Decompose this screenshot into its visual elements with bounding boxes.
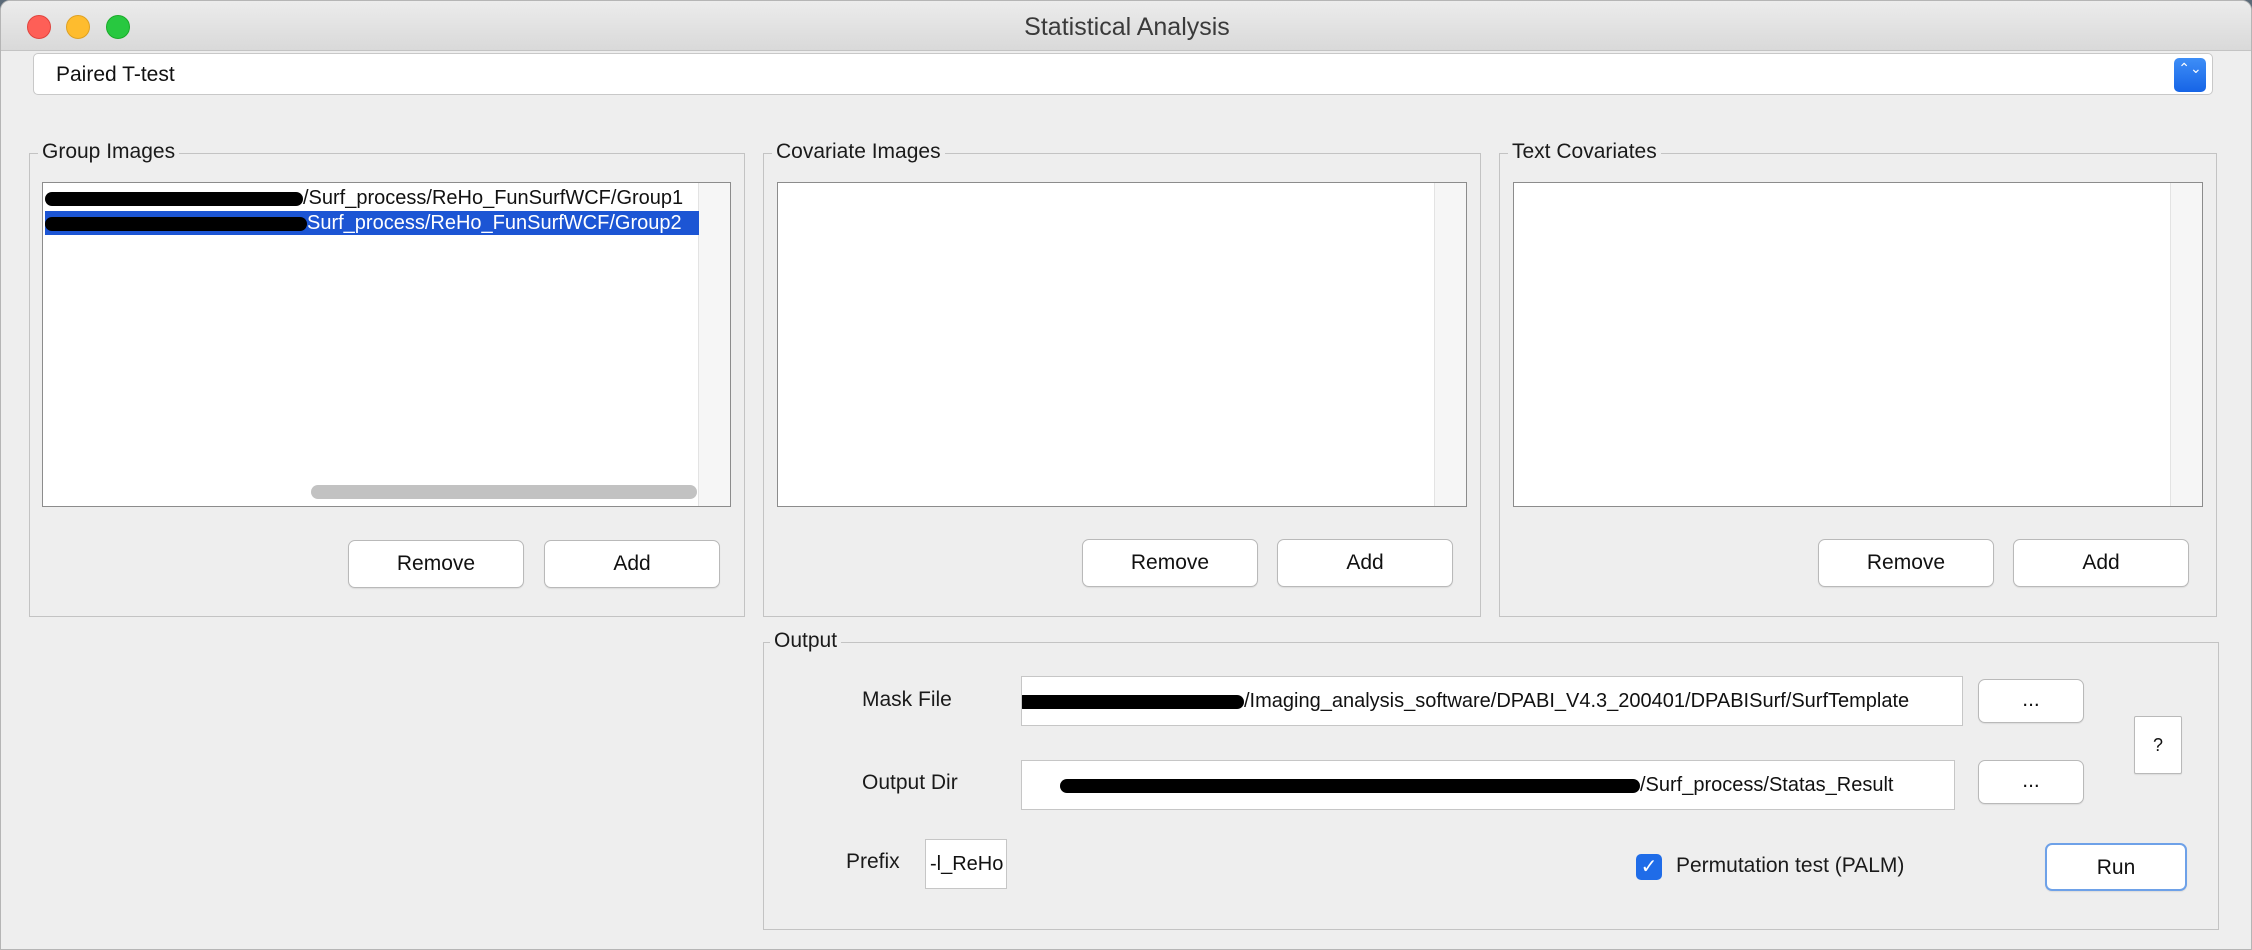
prefix-field[interactable]: -l_ReHo — [925, 839, 1007, 889]
list-item-selected[interactable]: Surf_process/ReHo_FunSurfWCF/Group2 — [45, 211, 699, 235]
covariate-images-panel: Covariate Images Remove Add — [763, 140, 1481, 617]
group-remove-button[interactable]: Remove — [348, 540, 524, 588]
title-bar: Statistical Analysis — [1, 1, 2251, 51]
redacted-path — [1022, 694, 1244, 709]
checkmark-icon: ✓ — [1640, 856, 1658, 878]
mask-file-browse-button[interactable]: ... — [1978, 679, 2084, 723]
output-panel: Output Mask File /Imaging_analysis_softw… — [763, 629, 2219, 930]
mask-file-value: /Imaging_analysis_software/DPABI_V4.3_20… — [1244, 690, 1910, 712]
covariate-remove-button[interactable]: Remove — [1082, 539, 1258, 587]
group-images-panel: Group Images /Surf_process/ReHo_FunSurfW… — [29, 140, 745, 617]
list-item[interactable]: /Surf_process/ReHo_FunSurfWCF/Group1 — [45, 186, 695, 210]
covariate-images-vscroll[interactable] — [1434, 183, 1466, 506]
redacted-path — [45, 216, 307, 231]
permutation-checkbox[interactable]: ✓ — [1636, 854, 1662, 880]
list-item-path: /Surf_process/ReHo_FunSurfWCF/Group1 — [303, 187, 684, 209]
output-dir-value: /Surf_process/Statas_Result — [1640, 774, 1894, 796]
covariate-images-legend: Covariate Images — [772, 140, 945, 164]
text-covariates-vscroll[interactable] — [2170, 183, 2202, 506]
group-images-list[interactable]: /Surf_process/ReHo_FunSurfWCF/Group1 Sur… — [42, 182, 731, 507]
text-covariates-legend: Text Covariates — [1508, 140, 1661, 164]
test-type-dropdown[interactable]: Paired T-test ⌃⌄ — [33, 53, 2213, 95]
output-legend: Output — [770, 629, 842, 653]
mask-file-label: Mask File — [862, 688, 952, 711]
window-title: Statistical Analysis — [1024, 13, 1230, 41]
covariate-add-button[interactable]: Add — [1277, 539, 1453, 587]
text-covariates-panel: Text Covariates Remove Add — [1499, 140, 2217, 617]
mask-file-field[interactable]: /Imaging_analysis_software/DPABI_V4.3_20… — [1021, 676, 1963, 726]
group-images-hscroll-thumb[interactable] — [311, 485, 697, 499]
test-type-selected: Paired T-test — [56, 63, 175, 86]
output-dir-label: Output Dir — [862, 771, 958, 794]
list-item-path: Surf_process/ReHo_FunSurfWCF/Group2 — [307, 212, 682, 234]
redacted-path — [45, 191, 303, 206]
prefix-label: Prefix — [846, 850, 900, 873]
help-button[interactable]: ? — [2134, 716, 2182, 774]
text-covariate-add-button[interactable]: Add — [2013, 539, 2189, 587]
output-dir-browse-button[interactable]: ... — [1978, 760, 2084, 804]
covariate-images-list[interactable] — [777, 182, 1467, 507]
redacted-path — [1060, 778, 1640, 793]
group-images-legend: Group Images — [38, 140, 180, 164]
output-dir-field[interactable]: /Surf_process/Statas_Result — [1021, 760, 1955, 810]
text-covariate-remove-button[interactable]: Remove — [1818, 539, 1994, 587]
dropdown-arrows-icon[interactable]: ⌃⌄ — [2174, 58, 2206, 92]
statistical-analysis-window: Statistical Analysis Paired T-test ⌃⌄ Gr… — [0, 0, 2252, 950]
dropdown-arrows-glyph: ⌃⌄ — [2178, 60, 2202, 76]
run-button[interactable]: Run — [2045, 843, 2187, 891]
permutation-label: Permutation test (PALM) — [1676, 854, 1905, 877]
group-add-button[interactable]: Add — [544, 540, 720, 588]
text-covariates-list[interactable] — [1513, 182, 2203, 507]
group-images-vscroll[interactable] — [698, 183, 730, 506]
